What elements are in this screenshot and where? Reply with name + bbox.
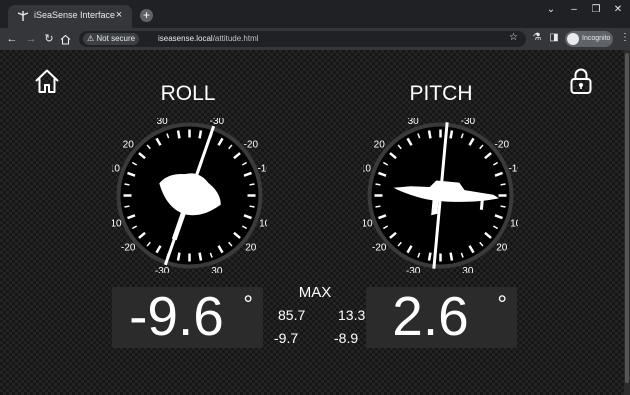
- scale-label: 30: [157, 118, 169, 127]
- scale-label: -30: [406, 266, 421, 273]
- max-pitch-negative: -8.9: [334, 330, 359, 346]
- scale-label: -30: [461, 118, 476, 127]
- lock-icon[interactable]: [569, 67, 593, 95]
- scale-label: 20: [496, 242, 508, 253]
- minimize-icon[interactable]: –: [567, 4, 581, 15]
- scale-tick: [449, 252, 454, 261]
- site-favicon-icon: [17, 11, 29, 21]
- scale-tick: [427, 252, 432, 261]
- scale-tick: [375, 183, 381, 186]
- browser-menu-icon[interactable]: ⋮: [620, 32, 630, 43]
- max-roll-negative: -9.7: [274, 330, 299, 346]
- pitch-title: PITCH: [409, 82, 473, 105]
- bookmark-star-icon[interactable]: ☆: [509, 32, 518, 43]
- scale-label: -10: [112, 218, 122, 229]
- scale-label: 10: [112, 164, 120, 175]
- page-scrollbar[interactable]: [624, 50, 630, 395]
- home-icon[interactable]: [33, 67, 61, 95]
- reload-icon[interactable]: ↻: [42, 32, 56, 46]
- scale-label: -20: [495, 140, 510, 151]
- browser-toolbar: ← → ↻ ⚠ Not secure iseasense.local/attit…: [0, 28, 630, 50]
- maximize-icon[interactable]: ❐: [589, 4, 603, 15]
- max-pitch-positive: 13.3: [338, 307, 366, 323]
- scale-tick: [427, 130, 432, 139]
- scale-tick: [198, 130, 203, 139]
- max-title: MAX: [298, 284, 332, 301]
- roll-degree-symbol: °: [243, 291, 253, 318]
- scale-label: -10: [508, 164, 518, 175]
- scale-label: 20: [245, 242, 257, 253]
- scale-label: -30: [155, 266, 170, 273]
- scale-label: 10: [510, 218, 518, 229]
- attitude-page: ROLL PITCH 30 -30 20 -20 10 -10 0 0 -10 10 -20 20 -3…: [0, 50, 624, 395]
- side-panel-icon[interactable]: ◨: [548, 32, 560, 43]
- roll-readout: -9.6 °: [112, 285, 263, 348]
- max-roll-positive: 85.7: [278, 307, 306, 323]
- scrollbar-thumb[interactable]: [625, 53, 629, 383]
- home-button-icon[interactable]: [60, 34, 71, 45]
- scale-tick: [176, 130, 181, 139]
- scale-label: 30: [211, 266, 223, 273]
- scale-label: -20: [244, 140, 259, 151]
- scale-tick: [500, 183, 506, 186]
- scale-label: 20: [374, 140, 386, 151]
- browser-tab[interactable]: iSeaSense Interface ×: [8, 5, 132, 28]
- scale-label: -20: [372, 242, 387, 253]
- roll-gauge: 30-3020-2010-1000-1010-2020-3030: [112, 118, 267, 273]
- browser-tab-strip: iSeaSense Interface × + ⌄ – ❐ ✕: [0, 0, 630, 28]
- scale-label: -10: [363, 218, 373, 229]
- scale-tick: [198, 252, 203, 261]
- back-icon[interactable]: ←: [5, 32, 19, 46]
- roll-value: -9.6: [129, 285, 224, 347]
- scale-tick: [176, 252, 181, 261]
- tab-title: iSeaSense Interface: [34, 10, 116, 20]
- scale-label: -10: [257, 164, 267, 175]
- scale-label: -20: [121, 242, 136, 253]
- scale-label: 0: [363, 191, 364, 202]
- new-tab-button[interactable]: +: [140, 9, 153, 22]
- scale-tick: [249, 205, 255, 208]
- scale-tick: [449, 130, 454, 139]
- close-window-icon[interactable]: ✕: [611, 4, 625, 15]
- incognito-label: Incognito: [582, 35, 611, 42]
- url-text[interactable]: iseasense.local/attitude.html: [158, 33, 259, 45]
- scale-label: 30: [408, 118, 420, 127]
- lab-flask-icon[interactable]: ⚗: [531, 32, 543, 43]
- pitch-degree-symbol: °: [497, 291, 507, 318]
- pitch-readout: 2.6 °: [366, 285, 517, 348]
- scale-label: -30: [210, 118, 225, 127]
- scale-label: 30: [462, 266, 474, 273]
- scale-tick: [124, 183, 130, 186]
- scale-tick: [375, 205, 381, 208]
- tab-close-icon[interactable]: ×: [112, 8, 126, 22]
- scale-label: 10: [259, 218, 267, 229]
- pitch-gauge: 30-3020-2010-1000-1010-2020-3030: [363, 118, 518, 273]
- scale-label: 0: [112, 191, 113, 202]
- roll-title: ROLL: [160, 82, 216, 105]
- incognito-icon: [567, 33, 579, 45]
- scale-tick: [500, 205, 506, 208]
- scale-label: 10: [363, 164, 371, 175]
- forward-icon[interactable]: →: [24, 32, 38, 46]
- tab-search-icon[interactable]: ⌄: [544, 4, 558, 15]
- scale-tick: [249, 183, 255, 186]
- address-bar[interactable]: ⚠ Not secure iseasense.local/attitude.ht…: [79, 31, 526, 47]
- scale-tick: [124, 205, 130, 208]
- not-secure-badge[interactable]: ⚠ Not secure: [83, 33, 140, 45]
- incognito-badge[interactable]: Incognito: [565, 31, 613, 47]
- pitch-value: 2.6: [392, 285, 469, 347]
- scale-label: 20: [123, 140, 135, 151]
